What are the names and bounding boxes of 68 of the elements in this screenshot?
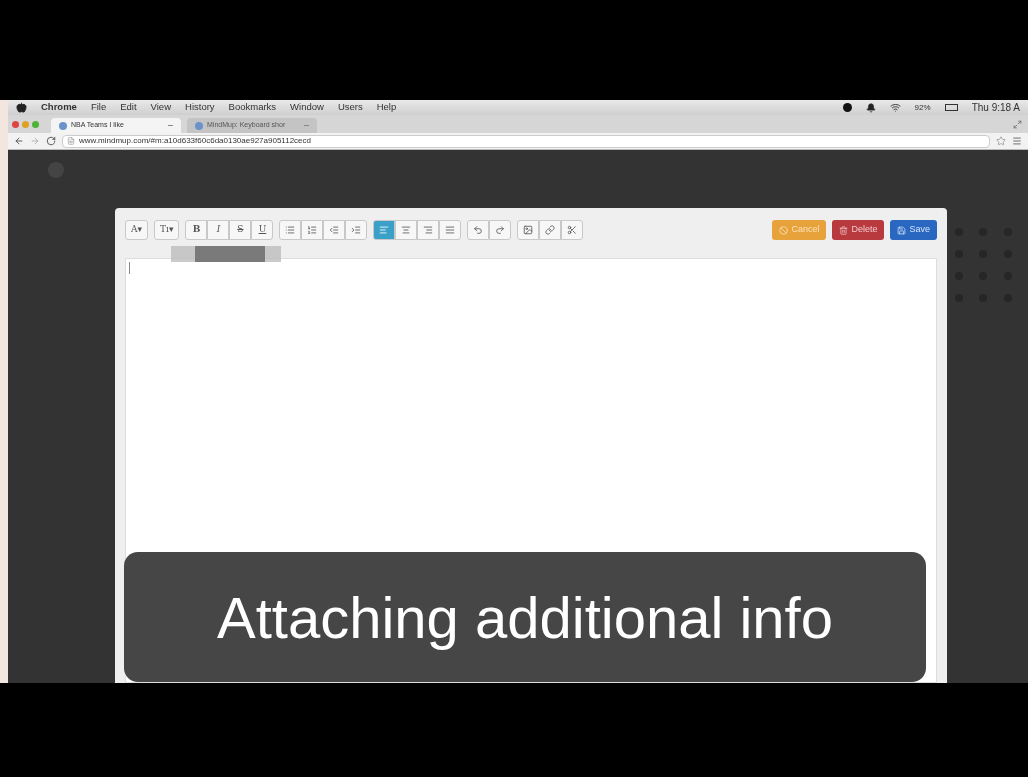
favicon-icon bbox=[195, 121, 203, 130]
zoom-window-icon[interactable] bbox=[32, 120, 39, 128]
reload-icon[interactable] bbox=[46, 136, 56, 146]
menu-icon[interactable] bbox=[1012, 136, 1022, 146]
undo-icon bbox=[473, 225, 484, 235]
justify-icon bbox=[445, 225, 456, 235]
wifi-icon[interactable] bbox=[889, 102, 901, 113]
format-button[interactable] bbox=[517, 220, 540, 240]
format-button[interactable]: Tı▾ bbox=[154, 220, 180, 240]
address-field[interactable]: www.mindmup.com/#m:a10d633f60c6da0130ae927a905112cecd bbox=[62, 134, 990, 148]
menu-item[interactable]: Chrome bbox=[41, 100, 77, 115]
align-left-icon bbox=[379, 225, 390, 235]
url-text: www.mindmup.com/#m:a10d633f60c6da0130ae927a905112cecd bbox=[79, 135, 311, 147]
format-button[interactable] bbox=[279, 220, 302, 240]
format-button[interactable] bbox=[323, 220, 346, 240]
format-button[interactable] bbox=[489, 220, 512, 240]
outdent-icon bbox=[329, 225, 340, 235]
fullscreen-icon[interactable] bbox=[1013, 120, 1022, 129]
image-icon bbox=[523, 225, 534, 235]
format-button[interactable] bbox=[301, 220, 324, 240]
battery-icon[interactable] bbox=[944, 104, 958, 111]
menu-item[interactable]: Help bbox=[376, 100, 397, 115]
format-button[interactable] bbox=[561, 220, 584, 240]
format-button[interactable] bbox=[395, 220, 418, 240]
bullet-list-icon bbox=[285, 225, 296, 235]
close-window-icon[interactable] bbox=[12, 120, 19, 128]
menu-item[interactable]: History bbox=[185, 100, 215, 115]
format-button[interactable]: I bbox=[207, 220, 230, 240]
page-icon bbox=[67, 137, 75, 145]
favicon-icon bbox=[59, 121, 67, 130]
align-right-icon bbox=[423, 225, 434, 235]
format-button[interactable] bbox=[417, 220, 440, 240]
align-center-icon bbox=[401, 225, 412, 235]
menu-item[interactable]: Users bbox=[337, 100, 363, 115]
format-button[interactable] bbox=[467, 220, 490, 240]
back-icon[interactable] bbox=[14, 136, 24, 146]
format-button[interactable] bbox=[345, 220, 368, 240]
star-icon[interactable] bbox=[996, 136, 1006, 146]
scissors-icon bbox=[567, 225, 578, 235]
minimize-window-icon[interactable] bbox=[22, 120, 29, 128]
forward-icon[interactable] bbox=[30, 136, 40, 146]
numbered-list-icon bbox=[307, 225, 318, 235]
format-button[interactable] bbox=[539, 220, 562, 240]
floppy-icon bbox=[897, 225, 907, 235]
menu-item[interactable]: Bookmarks bbox=[228, 100, 277, 115]
menu-item[interactable]: Edit bbox=[120, 100, 137, 115]
apple-icon[interactable] bbox=[16, 102, 27, 113]
trash-icon bbox=[839, 225, 849, 235]
redo-icon bbox=[495, 225, 506, 235]
indent-icon bbox=[351, 225, 362, 235]
menu-item[interactable]: File bbox=[90, 100, 107, 115]
clock[interactable]: Thu 9:18 A bbox=[971, 100, 1020, 115]
action-button[interactable]: Delete bbox=[832, 220, 885, 240]
status-icon[interactable] bbox=[842, 103, 852, 112]
ban-icon bbox=[779, 225, 789, 235]
menu-item[interactable]: Window bbox=[290, 100, 324, 115]
format-button[interactable]: A▾ bbox=[125, 220, 149, 240]
format-button[interactable]: B bbox=[185, 220, 208, 240]
format-button[interactable]: S bbox=[229, 220, 252, 240]
action-button[interactable]: Save bbox=[890, 220, 937, 240]
battery-text: 92% bbox=[914, 101, 931, 114]
text-cursor bbox=[129, 262, 130, 274]
link-icon bbox=[545, 225, 556, 235]
format-button[interactable] bbox=[439, 220, 462, 240]
format-button[interactable]: U bbox=[251, 220, 274, 240]
menu-item[interactable]: View bbox=[150, 100, 171, 115]
video-caption: Attaching additional info bbox=[124, 552, 926, 682]
bell-icon[interactable] bbox=[865, 102, 876, 113]
